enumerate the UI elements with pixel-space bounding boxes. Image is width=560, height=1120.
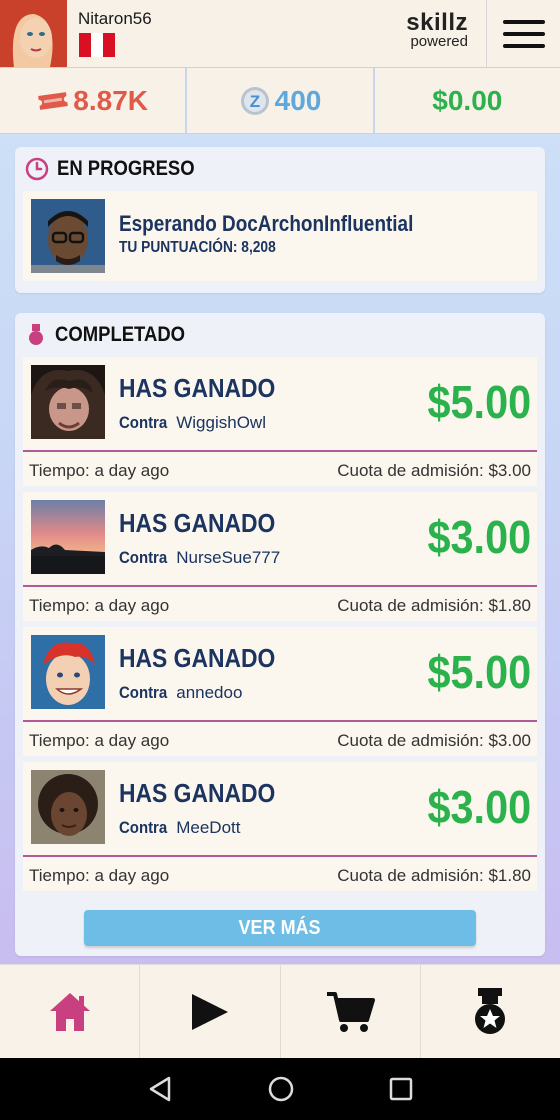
opponent-avatar	[31, 365, 105, 439]
opponent-line: Contra WiggishOwl	[119, 413, 266, 433]
game-time: Tiempo: a day ago	[29, 731, 170, 750]
opponent-name: WiggishOwl	[176, 413, 266, 432]
system-nav-bar	[0, 1058, 560, 1120]
see-more-button[interactable]: VER MÁS	[84, 910, 476, 946]
top-header: Nitaron56 skillz powered	[0, 0, 560, 68]
game-time: Tiempo: a day ago	[29, 461, 170, 480]
opponent-name: NurseSue777	[176, 548, 281, 567]
prize-amount: $3.00	[427, 511, 531, 563]
waiting-opponent-text: Esperando DocArchonInfluential	[119, 211, 414, 236]
cash-balance[interactable]: $0.00	[375, 68, 560, 133]
vs-label: Contra	[119, 548, 168, 567]
medal-icon	[29, 324, 43, 345]
completed-game[interactable]: HAS GANADO Contra MeeDott $3.00 Tiempo: …	[23, 762, 537, 891]
nav-play[interactable]	[140, 965, 281, 1058]
opponent-avatar	[31, 199, 105, 273]
divider	[23, 585, 537, 587]
tickets-balance[interactable]: 8.87K	[0, 68, 188, 133]
divider	[23, 855, 537, 857]
hamburger-icon-bar	[502, 43, 545, 48]
in-progress-header: EN PROGRESO	[25, 157, 213, 181]
entry-fee: Cuota de admisión: $3.00	[337, 461, 531, 480]
nav-store[interactable]	[281, 965, 421, 1058]
see-more-label: VER MÁS	[238, 916, 322, 939]
opponent-line: Contra annedoo	[119, 683, 242, 703]
peru-flag-icon	[79, 33, 115, 57]
completed-game[interactable]: HAS GANADO Contra annedoo $5.00 Tiempo: …	[23, 627, 537, 756]
vs-label: Contra	[119, 683, 168, 702]
in-progress-title: EN PROGRESO	[57, 157, 195, 180]
bottom-nav	[0, 964, 560, 1058]
divider	[23, 450, 537, 452]
clock-icon	[25, 157, 49, 181]
prize-amount: $5.00	[427, 646, 531, 698]
home-icon	[49, 992, 90, 1031]
opponent-avatar	[31, 635, 105, 709]
game-time: Tiempo: a day ago	[29, 866, 170, 885]
nav-home[interactable]	[0, 965, 141, 1058]
opponent-avatar	[31, 770, 105, 844]
brand-tagline: powered	[410, 33, 468, 50]
game-result: HAS GANADO	[119, 643, 276, 673]
svg-text:Z: Z	[249, 92, 259, 111]
entry-fee: Cuota de admisión: $1.80	[337, 596, 531, 615]
divider	[23, 720, 537, 722]
nav-rewards[interactable]	[421, 965, 560, 1058]
z-coin-icon: Z	[240, 86, 269, 115]
your-score-text: TU PUNTUACIÓN: 8,208	[119, 239, 276, 256]
z-coins-value: 400	[274, 84, 322, 116]
opponent-name: MeeDott	[176, 818, 241, 837]
recent-apps-icon[interactable]	[389, 1077, 413, 1101]
opponent-name: annedoo	[176, 683, 243, 702]
hamburger-icon-bar	[502, 19, 545, 24]
in-progress-match[interactable]: Esperando DocArchonInfluential TU PUNTUA…	[23, 191, 537, 281]
username: Nitaron56	[78, 9, 152, 28]
cart-icon	[327, 991, 376, 1032]
back-icon[interactable]	[147, 1076, 173, 1102]
medal-icon	[475, 987, 506, 1034]
entry-fee: Cuota de admisión: $3.00	[337, 731, 531, 750]
vs-label: Contra	[119, 413, 168, 432]
completed-game[interactable]: HAS GANADO Contra WiggishOwl $5.00 Tiemp…	[23, 357, 537, 486]
vs-label: Contra	[119, 818, 168, 837]
in-progress-panel: EN PROGRESO Esperando DocArchonInfluenti…	[15, 147, 545, 293]
game-result: HAS GANADO	[119, 508, 276, 538]
completed-panel: COMPLETADO HAS GANADO Contra WiggishOwl …	[15, 313, 545, 956]
entry-fee: Cuota de admisión: $1.80	[337, 866, 531, 885]
menu-button[interactable]	[486, 0, 560, 67]
user-avatar[interactable]	[0, 0, 67, 67]
opponent-line: Contra MeeDott	[119, 818, 240, 838]
prize-amount: $3.00	[427, 781, 531, 833]
opponent-avatar	[31, 500, 105, 574]
skillz-logo: skillz powered	[378, 9, 468, 50]
brand-name: skillz	[406, 9, 468, 36]
prize-amount: $5.00	[427, 376, 531, 428]
game-result: HAS GANADO	[119, 778, 276, 808]
tickets-value: 8.87K	[73, 84, 149, 116]
play-icon	[191, 993, 228, 1030]
opponent-line: Contra NurseSue777	[119, 548, 280, 568]
ticket-icon	[38, 91, 69, 110]
home-circle-icon[interactable]	[267, 1075, 295, 1103]
completed-header: COMPLETADO	[25, 323, 203, 347]
completed-game[interactable]: HAS GANADO Contra NurseSue777 $3.00 Tiem…	[23, 492, 537, 621]
hamburger-icon-bar	[502, 31, 545, 36]
game-result: HAS GANADO	[119, 373, 276, 403]
cash-value: $0.00	[432, 84, 503, 116]
currency-bar: 8.87K Z 400 $0.00	[0, 68, 560, 134]
completed-title: COMPLETADO	[55, 323, 186, 346]
game-time: Tiempo: a day ago	[29, 596, 170, 615]
z-coins-balance[interactable]: Z 400	[187, 68, 375, 133]
